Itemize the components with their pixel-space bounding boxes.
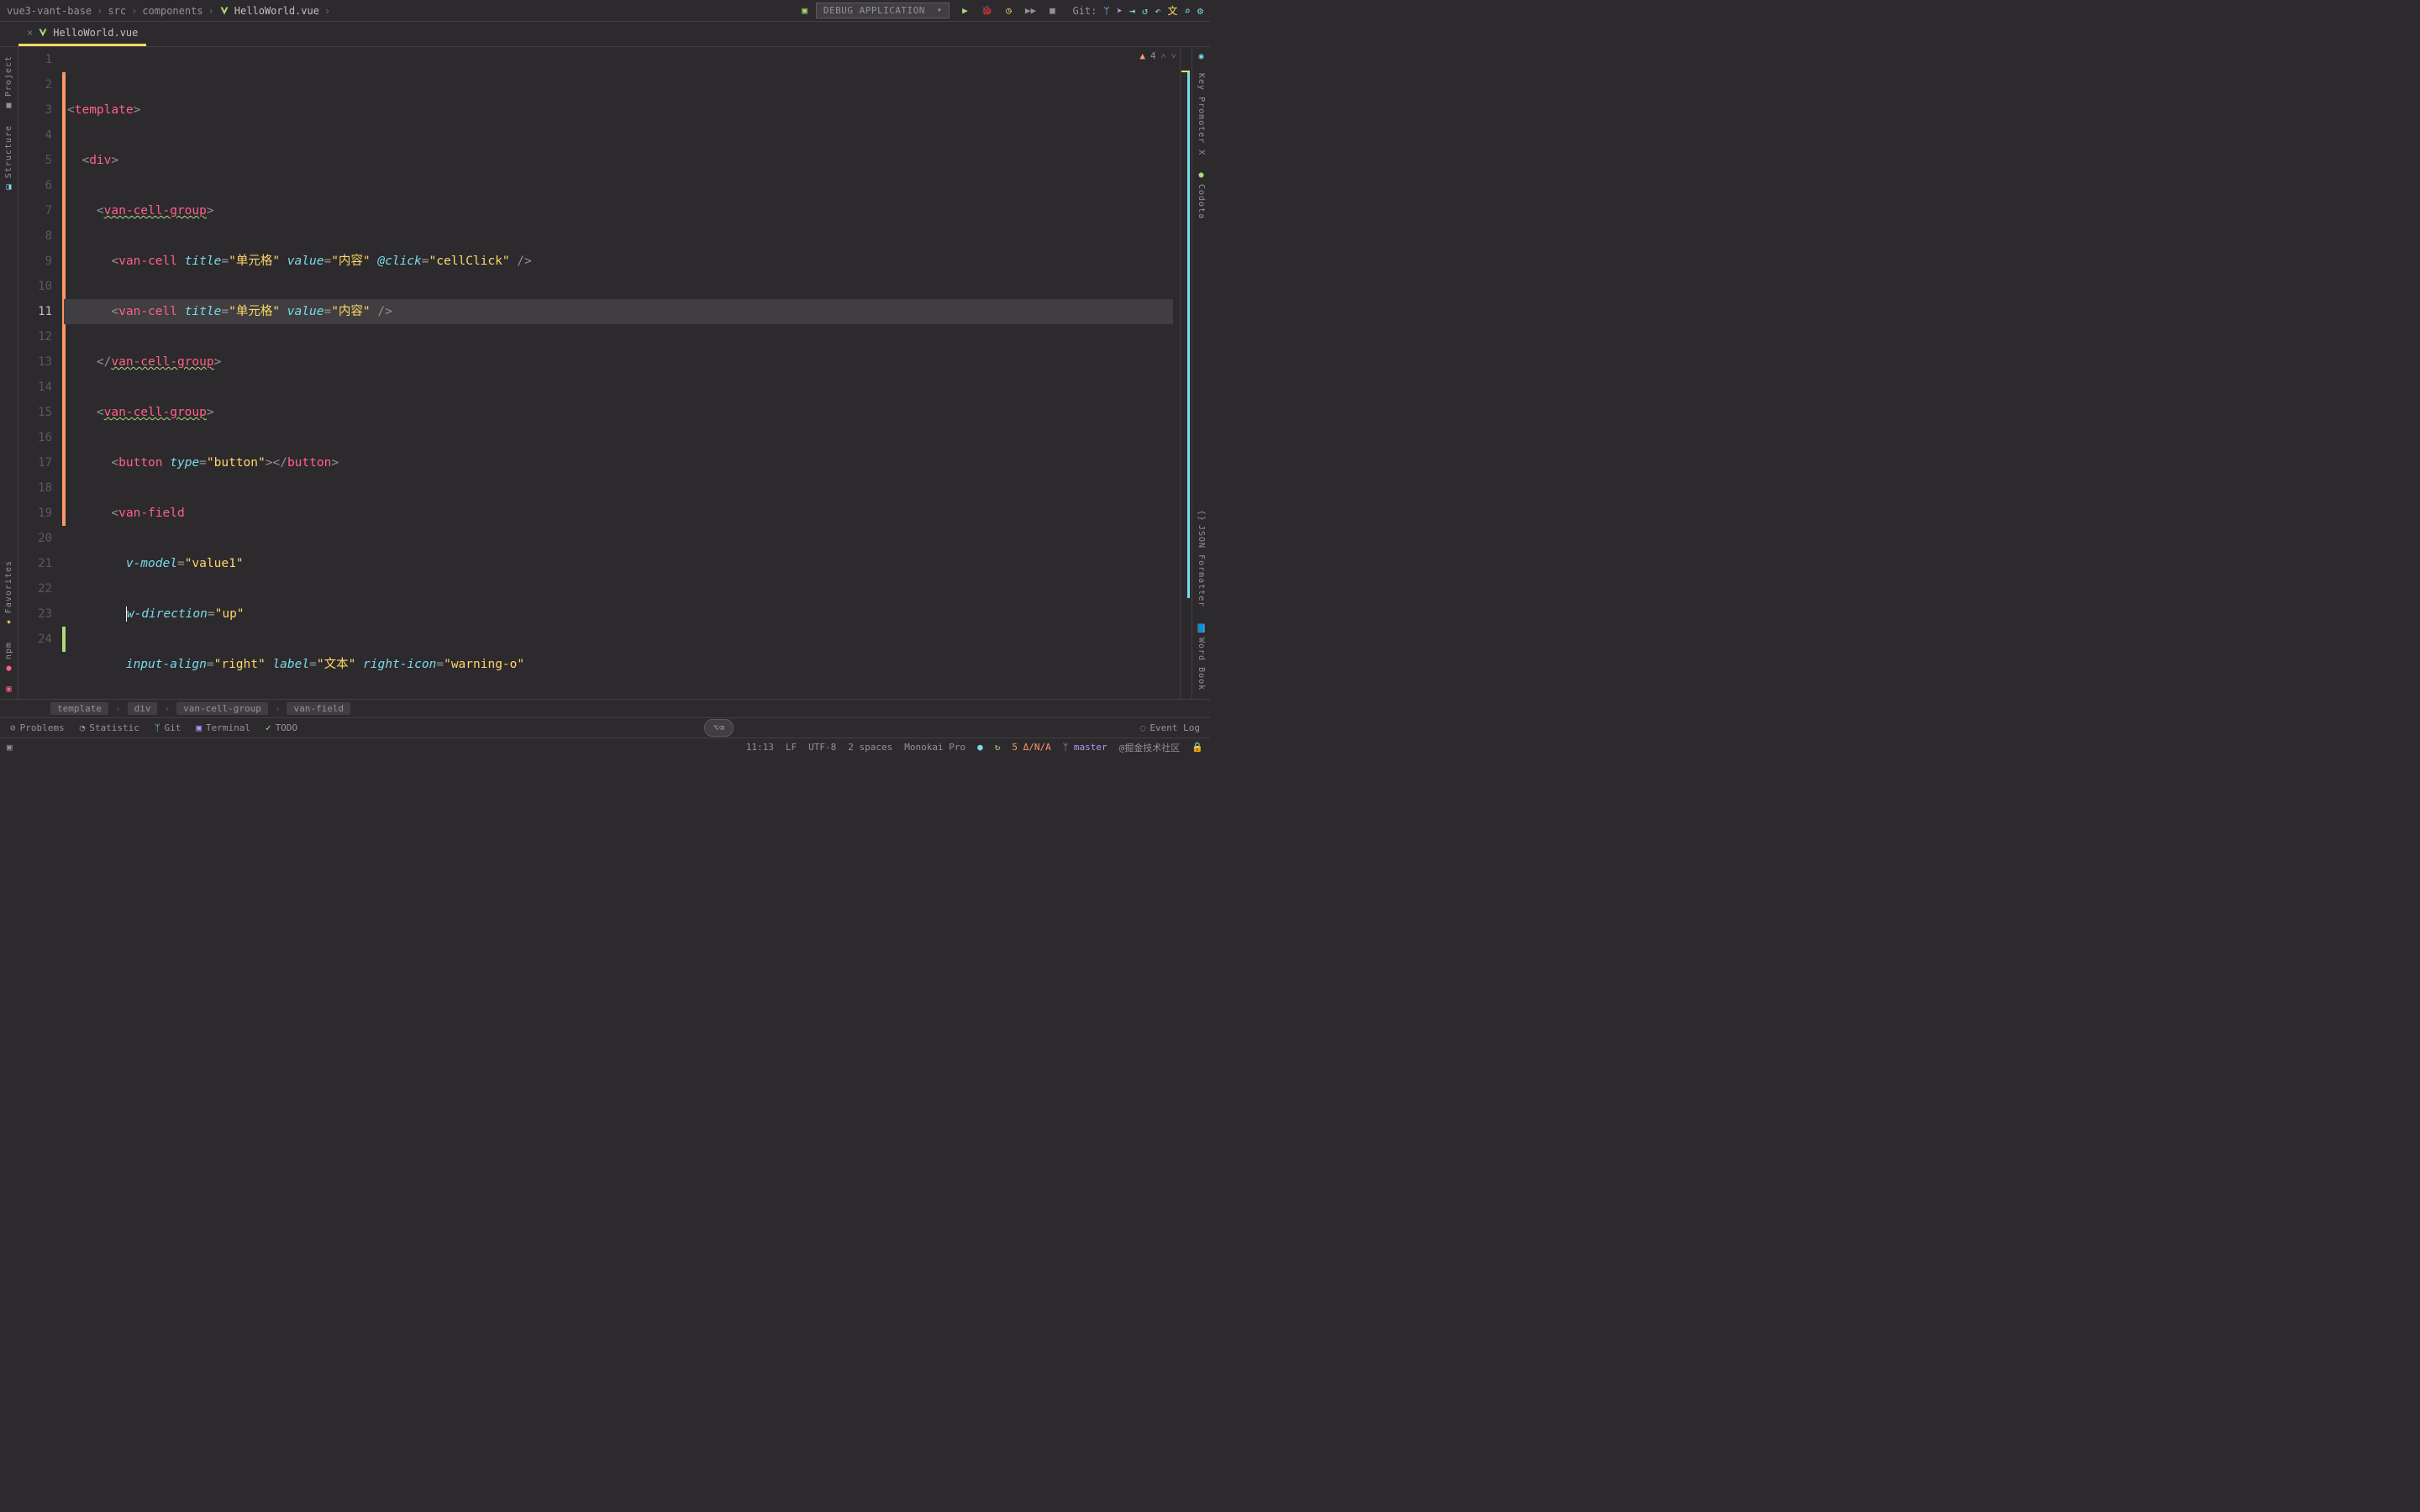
- breadcrumb-sep-icon: ›: [131, 5, 137, 17]
- git-label: Git:: [1072, 5, 1097, 17]
- terminal-icon: ▣: [196, 722, 202, 733]
- git-push-icon[interactable]: ⇥: [1129, 5, 1135, 17]
- editor-tabs: × HelloWorld.vue: [0, 22, 1210, 47]
- structure-tool[interactable]: ◧ Structure: [4, 122, 13, 195]
- line-separator[interactable]: LF: [786, 742, 797, 753]
- git-branch-icon[interactable]: ᛘ: [1103, 5, 1109, 17]
- struct-crumb-field[interactable]: van-field: [287, 702, 350, 715]
- structure-breadcrumb: template› div› van-cell-group› van-field: [0, 699, 1210, 717]
- breadcrumb-sep-icon: ›: [324, 5, 330, 17]
- status-dot-icon: ●: [977, 742, 983, 753]
- coverage-icon[interactable]: ◷: [1002, 4, 1015, 18]
- git-commit-icon[interactable]: ➤: [1117, 5, 1123, 17]
- tab-label: HelloWorld.vue: [53, 27, 138, 39]
- chart-icon: ◔: [80, 722, 86, 733]
- git-tool[interactable]: ᛘGit: [155, 722, 181, 733]
- terminal-tool[interactable]: ▣Terminal: [196, 722, 250, 733]
- struct-crumb-template[interactable]: template: [50, 702, 108, 715]
- lock-icon[interactable]: 🔒: [1192, 742, 1203, 753]
- tab-helloworld[interactable]: × HelloWorld.vue: [18, 22, 146, 46]
- chevron-down-icon: ▾: [937, 6, 943, 15]
- git-history-icon[interactable]: ↺: [1142, 5, 1148, 17]
- todo-tool[interactable]: ✓TODO: [266, 722, 297, 733]
- run-icon[interactable]: ▶: [958, 4, 971, 18]
- search-icon[interactable]: ⌕: [1185, 5, 1191, 17]
- db-icon[interactable]: ◉: [1198, 52, 1203, 61]
- translate-icon[interactable]: 文: [1168, 3, 1178, 18]
- prev-problem-icon[interactable]: ˄: [1161, 50, 1166, 61]
- indent[interactable]: 2 spaces: [848, 742, 892, 753]
- step-icon[interactable]: ▶▶: [1023, 4, 1037, 18]
- wordbook-tool[interactable]: 📘 Word Book: [1197, 620, 1206, 694]
- warning-icon: ▲: [1139, 50, 1145, 61]
- json-formatter-tool[interactable]: {} JSON Formatter: [1197, 507, 1206, 611]
- status-bar: ▣ 11:13 LF UTF-8 2 spaces Monokai Pro ● …: [0, 738, 1210, 756]
- watermark: @掘金技术社区: [1119, 741, 1181, 754]
- close-tab-icon[interactable]: ×: [27, 27, 33, 39]
- run-config-select[interactable]: DEBUG APPLICATION ▾: [816, 3, 950, 18]
- sync-icon[interactable]: ↻: [995, 742, 1001, 753]
- statistic-tool[interactable]: ◔Statistic: [80, 722, 139, 733]
- talk-button[interactable]: ⌥⌫: [704, 719, 734, 737]
- gutter: 1 2 3 4 5 6 7 8 9 10 11 12 13 14 15 16 1…: [18, 47, 64, 699]
- crumb-components[interactable]: components: [142, 5, 203, 17]
- breadcrumb-sep-icon: ›: [208, 5, 214, 17]
- log-icon: ◌: [1140, 722, 1146, 733]
- debug-icon[interactable]: 🐞: [980, 4, 993, 18]
- git-branch[interactable]: ᛘ master: [1063, 742, 1107, 753]
- todo-icon: ✓: [266, 722, 271, 733]
- struct-crumb-div[interactable]: div: [128, 702, 158, 715]
- bottom-toolbar: ⊘Problems ◔Statistic ᛘGit ▣Terminal ✓TOD…: [0, 717, 1210, 738]
- scrollbar-markers[interactable]: [1180, 47, 1192, 699]
- stop-icon[interactable]: ■: [1045, 4, 1059, 18]
- breadcrumb-sep-icon: ›: [97, 5, 103, 17]
- favorites-tool[interactable]: ★ Favorites: [4, 557, 13, 630]
- color-scheme[interactable]: Monokai Pro: [904, 742, 965, 753]
- right-tool-rail: ◉ Key Promoter X ● Codota {} JSON Format…: [1192, 47, 1210, 699]
- crumb-root[interactable]: vue3-vant-base: [7, 5, 92, 17]
- project-tool[interactable]: ■ Project: [4, 52, 13, 113]
- vue-file-icon: [219, 6, 229, 16]
- tool-window-icon[interactable]: ▣: [7, 742, 13, 753]
- codota-tool[interactable]: ● Codota: [1197, 167, 1206, 223]
- cursor-position[interactable]: 11:13: [746, 742, 774, 753]
- next-problem-icon[interactable]: ˅: [1171, 50, 1176, 61]
- build-icon[interactable]: ▣: [802, 5, 808, 16]
- struct-crumb-group[interactable]: van-cell-group: [176, 702, 268, 715]
- crumb-src[interactable]: src: [108, 5, 126, 17]
- npm-tool[interactable]: ● npm: [4, 638, 13, 676]
- collapse-icon[interactable]: ▣: [6, 685, 11, 694]
- encoding[interactable]: UTF-8: [808, 742, 836, 753]
- vue-file-icon: [38, 28, 48, 38]
- event-log-tool[interactable]: ◌Event Log: [1140, 722, 1200, 733]
- mic-icon: ⌥⌫: [713, 722, 724, 733]
- run-config-label: DEBUG APPLICATION: [823, 5, 925, 16]
- left-tool-rail: ■ Project ◧ Structure ★ Favorites ● npm …: [0, 47, 18, 699]
- code-area[interactable]: <template> <div> <van-cell-group> <van-c…: [64, 47, 1180, 699]
- git-toolbar: Git: ᛘ ➤ ⇥ ↺ ↶ 文 ⌕ ⚙: [1072, 3, 1203, 18]
- breadcrumbs: vue3-vant-base › src › components › Hell…: [7, 5, 330, 17]
- settings-icon[interactable]: ⚙: [1197, 5, 1203, 17]
- run-toolbar: ▣ DEBUG APPLICATION ▾ ▶ 🐞 ◷ ▶▶ ■ Git: ᛘ …: [802, 3, 1203, 18]
- warning-icon: ⊘: [10, 722, 16, 733]
- crumb-file[interactable]: HelloWorld.vue: [234, 5, 319, 17]
- git-icon: ᛘ: [155, 722, 160, 733]
- git-revert-icon[interactable]: ↶: [1155, 5, 1160, 17]
- inspection-summary[interactable]: ▲4 ˄ ˅: [1139, 50, 1176, 61]
- editor[interactable]: 1 2 3 4 5 6 7 8 9 10 11 12 13 14 15 16 1…: [18, 47, 1192, 699]
- top-navigation-bar: vue3-vant-base › src › components › Hell…: [0, 0, 1210, 22]
- vcs-changes[interactable]: 5 Δ/N/A: [1012, 742, 1050, 753]
- problems-tool[interactable]: ⊘Problems: [10, 722, 65, 733]
- keypromoter-tool[interactable]: Key Promoter X: [1197, 70, 1206, 159]
